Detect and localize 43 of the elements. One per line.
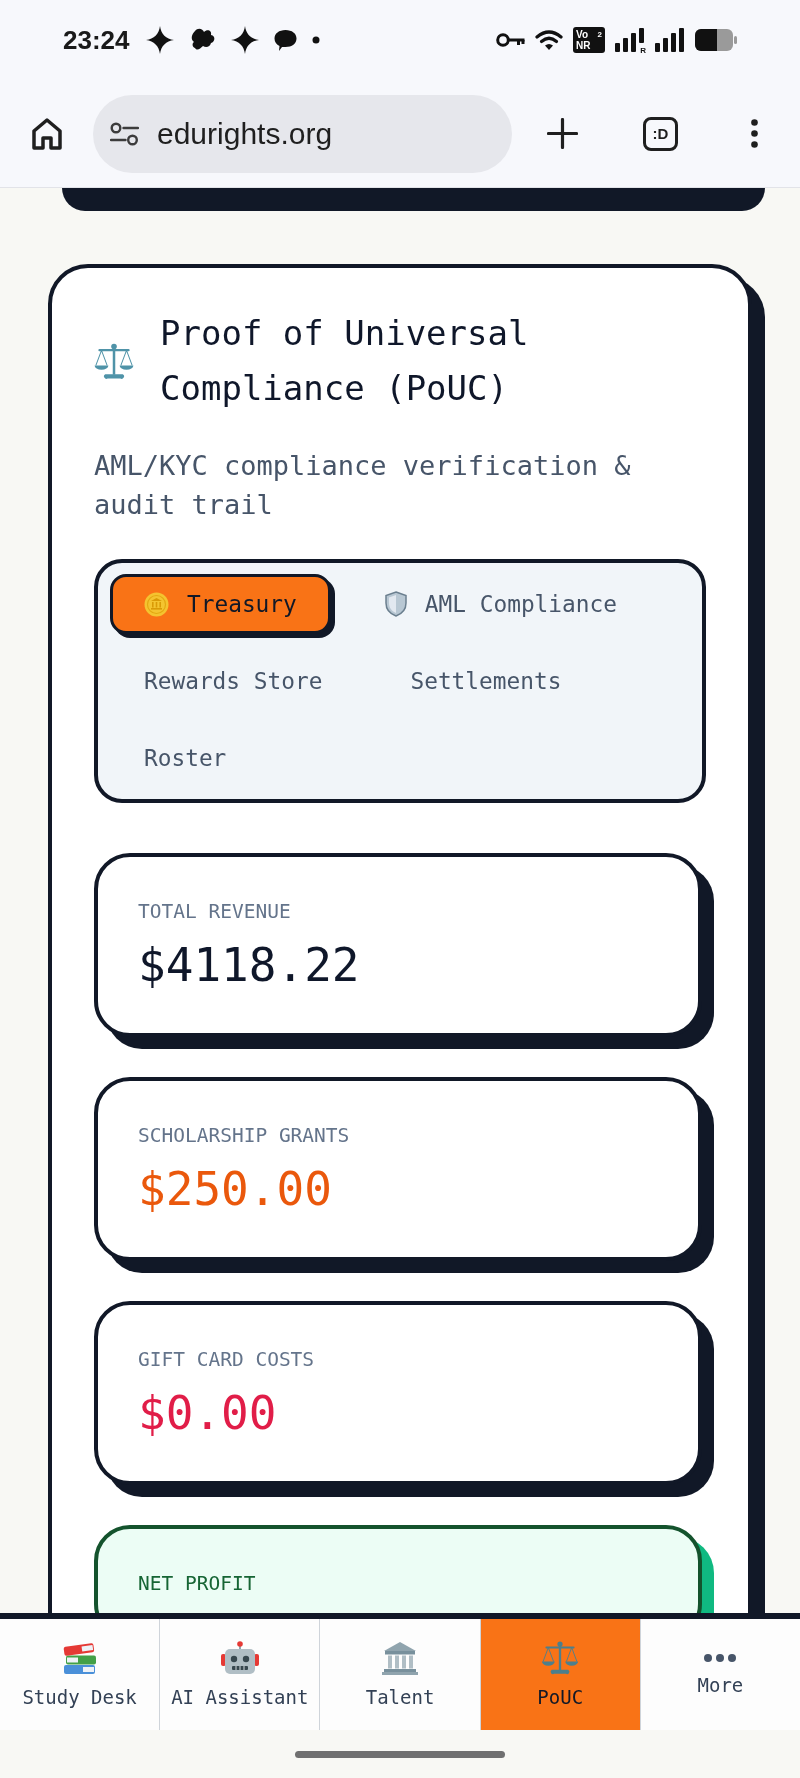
scales-icon	[541, 1640, 580, 1675]
stat-value: $0.00	[138, 1385, 278, 1441]
sparkle-icon	[145, 26, 174, 54]
nav-tab[interactable]: PoUC	[480, 1619, 641, 1730]
wifi-icon	[535, 29, 563, 51]
shield-icon	[384, 591, 407, 617]
tab[interactable]: Roster	[110, 728, 261, 788]
dots-icon	[703, 1652, 738, 1663]
home-icon[interactable]	[31, 116, 63, 151]
badge-label: 2	[597, 29, 602, 40]
tab[interactable]: Rewards Store	[110, 651, 357, 711]
plus-icon[interactable]	[547, 118, 578, 149]
robot-icon	[220, 1640, 259, 1675]
chat-bubble-icon	[273, 29, 297, 51]
status-time: 23:24	[63, 24, 130, 56]
battery-icon	[695, 29, 737, 51]
stat-label: SCHOLARSHIP GRANTS	[138, 1124, 351, 1148]
sparkle-icon	[230, 26, 259, 54]
key-icon	[496, 31, 525, 49]
gesture-handle[interactable]	[295, 1750, 505, 1758]
url-text: edurights.org	[157, 116, 333, 151]
stat-value: $250.00	[138, 1161, 333, 1217]
dot-icon	[311, 36, 320, 44]
stat-label: NET PROFIT	[138, 1572, 257, 1596]
stat-label: GIFT CARD COSTS	[138, 1348, 316, 1372]
tab[interactable]: AML Compliance	[350, 574, 651, 634]
tab[interactable]: Settlements	[376, 651, 596, 711]
stat-value: $4118.22	[138, 937, 361, 993]
signal-icon	[655, 28, 685, 52]
stat-label: TOTAL REVENUE	[138, 900, 292, 924]
card-subtitle: AML/KYC compliance verification & audit trail	[94, 449, 632, 522]
signal-icon	[615, 28, 645, 52]
tab-switcher-button[interactable]: :D	[643, 116, 678, 151]
coin-icon	[144, 591, 169, 617]
badge-label: NR	[576, 40, 591, 51]
roaming-label: R	[640, 46, 646, 55]
books-icon	[61, 1640, 98, 1675]
menu-icon[interactable]	[751, 119, 758, 148]
card-title: Proof of Universal Compliance (PoUC)	[160, 312, 530, 410]
site-settings-icon[interactable]	[110, 121, 139, 146]
badge-label: Vo	[576, 29, 590, 40]
address-bar[interactable]: edurights.org	[93, 94, 512, 173]
building-icon	[382, 1640, 418, 1675]
